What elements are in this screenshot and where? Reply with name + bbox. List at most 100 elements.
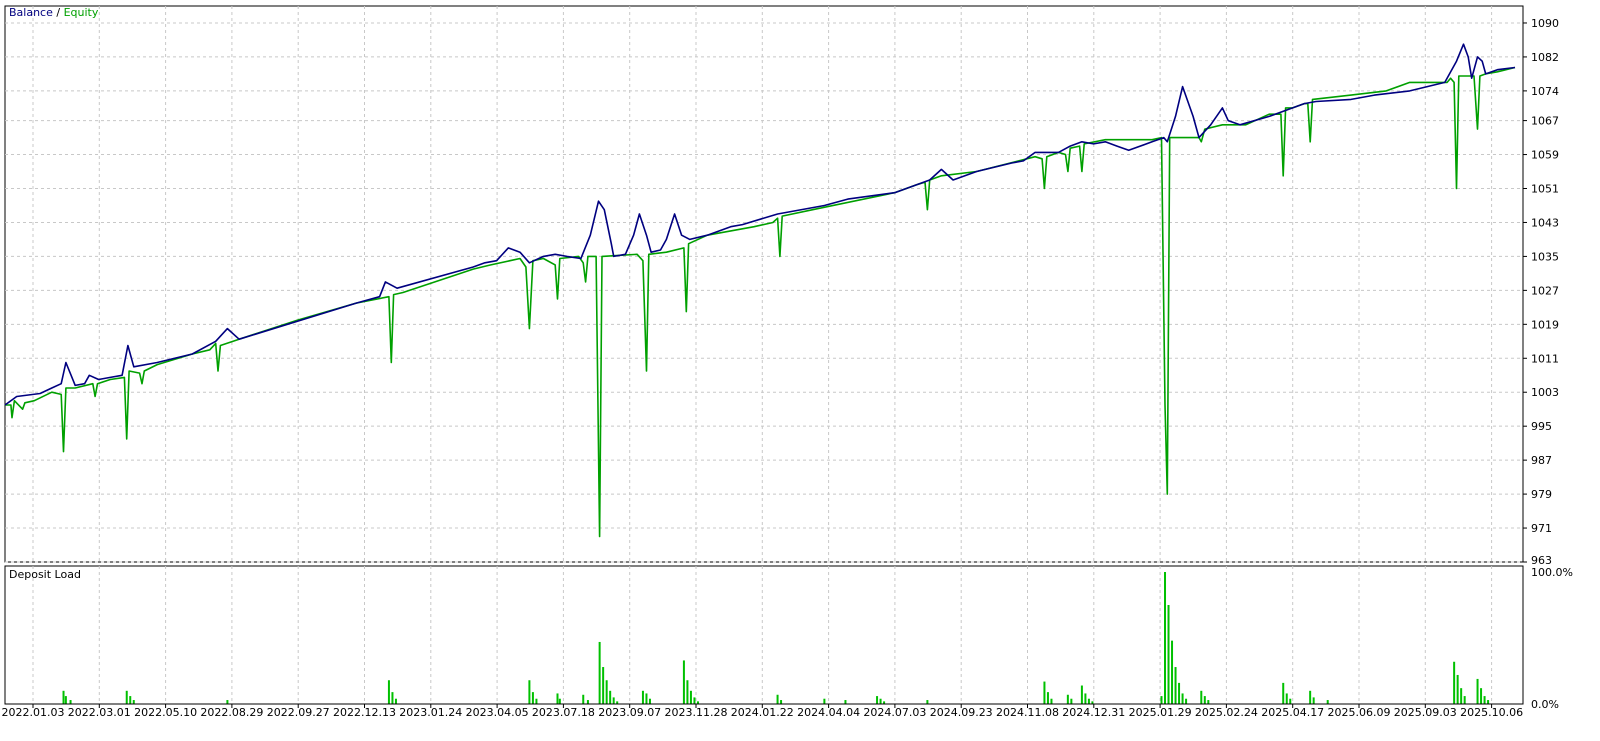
deposit-load-bar [1289,698,1292,704]
deposit-load-bar [1185,698,1188,704]
x-tick-label: 2024.11.08 [996,706,1059,719]
deposit-load-title: Deposit Load [9,568,81,581]
deposit-load-bar [1203,696,1206,704]
x-tick-label: 2022.05.10 [134,706,197,719]
legend-item-equity: Equity [64,6,99,19]
deposit-load-bar [1207,700,1210,704]
deposit-load-bar [1285,693,1288,704]
x-tick-label: 2023.01.24 [399,706,462,719]
deposit-load-bar [394,698,397,704]
x-tick-label: 2023.04.05 [466,706,529,719]
deposit-load-bar [1167,605,1170,704]
deposit-load-bar [1160,696,1163,704]
deposit-load-bar [586,700,589,704]
x-tick-label: 2024.01.22 [731,706,794,719]
deposit-load-bar [1326,700,1329,704]
deposit-load-bar [612,697,615,704]
y-tick-label: 1011 [1531,352,1559,365]
deposit-load-bar [598,641,601,704]
deposit-load-bar [926,700,929,704]
y-tick-label: 1035 [1531,250,1559,263]
deposit-load-bar [1164,572,1167,704]
y-tick-label: 1043 [1531,216,1559,229]
deposit-load-bar [62,690,65,704]
y-tick-label: 979 [1531,488,1552,501]
deposit-load-y-tick-label: 100.0% [1531,566,1573,579]
deposit-load-bar [689,690,692,704]
deposit-load-bar [602,667,605,704]
deposit-load-bar [1309,690,1312,704]
y-tick-label: 1074 [1531,85,1559,98]
deposit-load-bar [1043,681,1046,704]
chart-svg: 1090 1082 1074 1067 1059 1051 1043 1035 1027 1019… [2,5,1573,719]
deposit-load-bar [556,693,559,704]
deposit-load-bar [844,700,847,704]
deposit-load-bar [391,692,394,704]
x-tick-label: 2022.12.13 [333,706,396,719]
deposit-load-bar [605,680,608,704]
x-tick-label: 2025.09.03 [1394,706,1457,719]
x-tick-label: 2025.01.29 [1129,706,1192,719]
deposit-load-bar [1050,698,1053,704]
deposit-load-bar [1312,697,1315,704]
x-tick-label: 2022.08.29 [200,706,263,719]
x-tick-label: 2024.09.23 [930,706,993,719]
x-tick-label: 2024.07.03 [863,706,926,719]
deposit-load-bar [686,680,689,704]
deposit-load-bar [531,692,534,704]
deposit-load-bar [641,690,644,704]
y-tick-label: 1067 [1531,115,1559,128]
y-tick-label: 987 [1531,454,1552,467]
deposit-load-bar [528,680,531,704]
x-tick-label: 2025.10.06 [1460,706,1523,719]
deposit-load-bar [1480,688,1483,704]
deposit-load-bar [64,696,67,704]
x-tick-label: 2023.09.07 [598,706,661,719]
x-tick-label: 2022.01.03 [2,706,65,719]
y-tick-label: 1051 [1531,183,1559,196]
y-tick-label: 1090 [1531,17,1559,30]
deposit-load-bar [1460,688,1463,704]
deposit-load-bar [1080,685,1083,704]
deposit-load-bar [876,696,879,704]
x-tick-label: 2024.12.31 [1062,706,1125,719]
deposit-load-bar [1200,690,1203,704]
deposit-load-bar [1070,698,1073,704]
deposit-load-bar [1463,696,1466,704]
deposit-load-bar [1181,693,1184,704]
deposit-load-bar [129,696,132,704]
deposit-load-bar [1087,698,1090,704]
deposit-load-bar [693,697,696,704]
deposit-load-y-tick-label: 0.0% [1531,698,1559,711]
legend-item-balance: Balance [9,6,53,19]
deposit-load-bar [1171,640,1174,704]
deposit-load-bar [387,680,390,704]
deposit-load-bar [1084,693,1087,704]
deposit-load-bar [776,694,779,704]
deposit-load-bar [582,694,585,704]
chart-container: 1090 1082 1074 1067 1059 1051 1043 1035 1027 1019… [0,0,1600,737]
x-tick-label: 2024.04.04 [797,706,860,719]
deposit-load-bar [69,700,72,704]
main-panel-frame [4,5,1524,563]
y-tick-label: 1003 [1531,386,1559,399]
deposit-load-bar [682,660,685,704]
deposit-load-bar [558,698,561,704]
x-tick-label: 2023.11.28 [665,706,728,719]
deposit-load-bar [1282,682,1285,704]
x-tick-label: 2025.04.17 [1261,706,1324,719]
y-tick-label: 1082 [1531,51,1559,64]
y-tick-label: 1027 [1531,284,1559,297]
deposit-load-bar [132,700,135,704]
deposit-load-bar [780,700,783,704]
y-tick-label: 995 [1531,420,1552,433]
x-tick-label: 2025.02.24 [1195,706,1258,719]
deposit-load-bar [125,690,128,704]
deposit-load-bar [1066,694,1069,704]
deposit-load-bar [609,690,612,704]
deposit-load-bar [1456,674,1459,704]
x-tick-label: 2023.07.18 [532,706,595,719]
x-tick-label: 2022.03.01 [68,706,131,719]
y-tick-label: 971 [1531,522,1552,535]
x-tick-label: 2022.09.27 [267,706,330,719]
